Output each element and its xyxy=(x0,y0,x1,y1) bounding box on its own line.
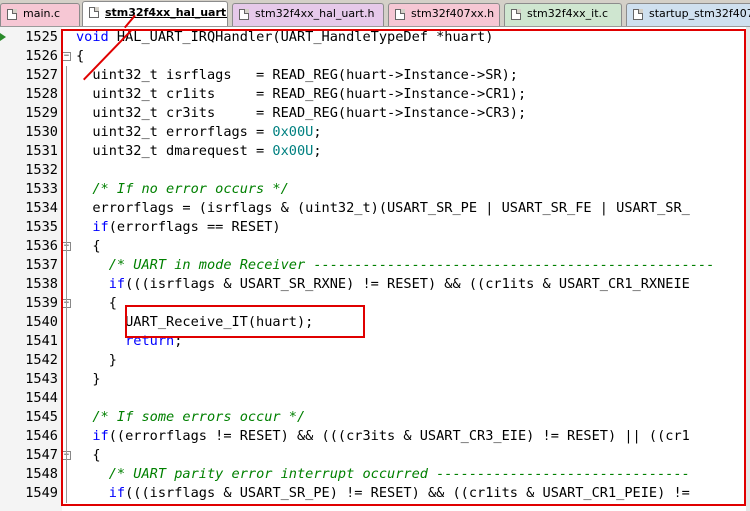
code-line[interactable]: uint32_t errorflags = 0x00U; xyxy=(76,123,750,142)
tab-stm32f4xx-hal-uart-h[interactable]: stm32f4xx_hal_uart.h xyxy=(232,3,384,26)
line-number: 1546 xyxy=(25,428,58,444)
code-line[interactable]: errorflags = (isrflags & (uint32_t)(USAR… xyxy=(76,199,750,218)
code-line[interactable]: return; xyxy=(76,332,750,351)
line-number: 1544 xyxy=(25,390,58,406)
tab-stm32f4xx-it-c[interactable]: stm32f4xx_it.c xyxy=(504,3,622,26)
line-number: 1531 xyxy=(25,143,58,159)
code-line[interactable]: if(((isrflags & USART_SR_RXNE) != RESET)… xyxy=(76,275,750,294)
line-number: 1526 xyxy=(25,48,58,64)
line-number: 1527 xyxy=(25,67,58,83)
file-tab-bar: main.c stm32f4xx_hal_uart.c stm32f4xx_hal_… xyxy=(0,0,750,27)
code-line[interactable]: { xyxy=(76,446,750,465)
code-line[interactable]: /* If some errors occur */ xyxy=(76,408,750,427)
tab-label: startup_stm32f407 xyxy=(649,7,750,20)
code-line[interactable]: if((errorflags != RESET) && (((cr3its & … xyxy=(76,427,750,446)
code-line[interactable]: } xyxy=(76,351,750,370)
code-line[interactable]: UART_Receive_IT(huart); xyxy=(76,313,750,332)
line-number: 1538 xyxy=(25,276,58,292)
line-number: 1539 xyxy=(25,295,58,311)
line-number: 1537 xyxy=(25,257,58,273)
line-number: 1525 xyxy=(25,29,58,45)
code-line[interactable]: { xyxy=(76,47,750,66)
code-line[interactable]: uint32_t cr1its = READ_REG(huart->Instan… xyxy=(76,85,750,104)
code-line[interactable] xyxy=(76,389,750,408)
tab-label: main.c xyxy=(23,7,61,20)
line-number-gutter: 1525 1526 1527 1528 1529 1530 1531 1532 1533 1534… xyxy=(0,27,62,511)
code-line[interactable]: uint32_t dmarequest = 0x00U; xyxy=(76,142,750,161)
fold-toggle-icon[interactable]: − xyxy=(62,52,71,61)
line-number: 1540 xyxy=(25,314,58,330)
line-number: 1536 xyxy=(25,238,58,254)
code-line[interactable]: uint32_t isrflags = READ_REG(huart->Inst… xyxy=(76,66,750,85)
line-number: 1528 xyxy=(25,86,58,102)
code-line[interactable]: /* UART parity error interrupt occurred … xyxy=(76,465,750,484)
tab-label: stm32f407xx.h xyxy=(411,7,495,20)
code-editor[interactable]: 1525 1526 1527 1528 1529 1530 1531 1532 1533 1534… xyxy=(0,27,750,511)
file-icon xyxy=(89,7,99,18)
line-number: 1548 xyxy=(25,466,58,482)
line-number: 1545 xyxy=(25,409,58,425)
code-line[interactable]: void HAL_UART_IRQHandler(UART_HandleType… xyxy=(76,28,750,47)
fold-guide xyxy=(66,313,67,351)
file-icon xyxy=(7,9,17,20)
current-line-marker-icon xyxy=(0,33,6,41)
code-line[interactable]: { xyxy=(76,294,750,313)
tab-stm32f407xx-h[interactable]: stm32f407xx.h xyxy=(388,3,500,26)
line-number: 1547 xyxy=(25,447,58,463)
tab-label: stm32f4xx_hal_uart.c xyxy=(105,6,228,19)
code-line[interactable]: if(((isrflags & USART_SR_PE) != RESET) &… xyxy=(76,484,750,503)
line-number: 1543 xyxy=(25,371,58,387)
fold-guide xyxy=(66,465,67,503)
line-number: 1533 xyxy=(25,181,58,197)
code-line[interactable]: /* If no error occurs */ xyxy=(76,180,750,199)
line-number: 1541 xyxy=(25,333,58,349)
code-line[interactable] xyxy=(76,161,750,180)
line-number: 1534 xyxy=(25,200,58,216)
line-number: 1542 xyxy=(25,352,58,368)
tab-label: stm32f4xx_it.c xyxy=(527,7,609,20)
code-line[interactable]: /* UART in mode Receiver ---------------… xyxy=(76,256,750,275)
file-icon xyxy=(395,9,405,20)
line-number: 1529 xyxy=(25,105,58,121)
code-line[interactable]: if(errorflags == RESET) xyxy=(76,218,750,237)
code-line[interactable]: uint32_t cr3its = READ_REG(huart->Instan… xyxy=(76,104,750,123)
line-number: 1535 xyxy=(25,219,58,235)
file-icon xyxy=(239,9,249,20)
file-icon xyxy=(633,9,643,20)
tab-label: stm32f4xx_hal_uart.h xyxy=(255,7,375,20)
tab-stm32f4xx-hal-uart-c[interactable]: stm32f4xx_hal_uart.c xyxy=(82,1,228,26)
tab-main-c[interactable]: main.c xyxy=(0,3,80,26)
code-line[interactable]: { xyxy=(76,237,750,256)
file-icon xyxy=(511,9,521,20)
tab-startup-stm32f407[interactable]: startup_stm32f407 xyxy=(626,3,750,26)
line-number: 1530 xyxy=(25,124,58,140)
line-number: 1549 xyxy=(25,485,58,501)
code-line[interactable]: } xyxy=(76,370,750,389)
line-number: 1532 xyxy=(25,162,58,178)
